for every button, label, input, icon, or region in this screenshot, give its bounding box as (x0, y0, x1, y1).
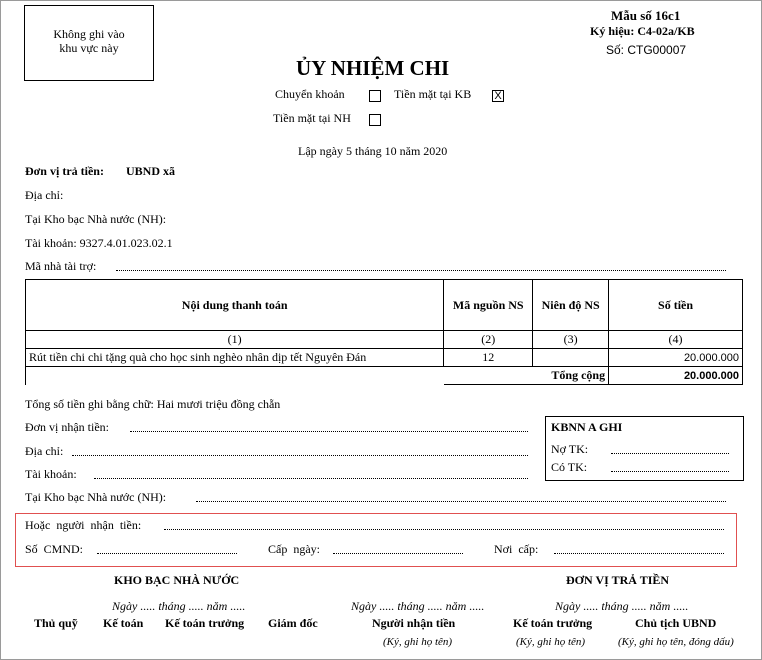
total-value: 20.000.000 (608, 366, 743, 385)
payee-address-label: Địa chỉ: (25, 444, 64, 458)
row-amount: 20.000.000 (608, 348, 743, 367)
recipient-dots (164, 529, 724, 530)
sponsor-code-label: Mã nhà tài trợ: (25, 259, 97, 273)
page-title: ỦY NHIỆM CHI (296, 56, 450, 80)
role-chief-accountant-dv: Kế toán trưởng (513, 616, 593, 630)
form-number: Mẫu số 16c1 (611, 8, 681, 23)
role-chief-accountant-kb: Kế toán trưởng (165, 616, 245, 630)
table-total-row: Tổng cộng 20.000.000 (24, 366, 743, 385)
kbnn-credit-dots (611, 471, 729, 472)
kbnn-debit-label: Nợ TK: (551, 442, 589, 456)
kbnn-box: KBNN A GHI Nợ TK: Có TK: (545, 416, 744, 481)
issue-date-label: Cấp ngày: (268, 542, 320, 556)
kbnn-debit-dots (611, 453, 729, 454)
payment-table: Nội dung thanh toán Mã nguồn NS Niên độ … (24, 279, 743, 385)
role-cashier: Thủ quỹ (34, 616, 78, 630)
id-number-dots (97, 553, 237, 554)
option-cash-kb-checkbox[interactable]: X (492, 90, 504, 102)
col-header-amount: Số tiền (608, 279, 743, 331)
recipient-label: Hoặc người nhận tiền: (25, 518, 142, 532)
payer-address-label: Địa chỉ: (25, 188, 64, 202)
total-spacer (24, 366, 444, 385)
payee-treasury-dots (196, 501, 726, 502)
col-header-content: Nội dung thanh toán (24, 279, 445, 331)
role-chairman: Chủ tịch UBND (635, 616, 717, 630)
payee-account-dots (94, 478, 528, 479)
role-director: Giám đốc (268, 616, 318, 630)
option-transfer-checkbox[interactable] (369, 90, 381, 102)
reserved-area-box: Không ghi vào khu vực này (24, 5, 154, 81)
option-cash-kb-label: Tiền mặt tại KB (394, 87, 472, 101)
payee-account-label: Tài khoản: (25, 467, 77, 481)
total-label: Tổng cộng (443, 366, 610, 385)
payer-date-placeholder: Ngày ..... tháng ..... năm ..... (555, 599, 689, 613)
option-transfer-label: Chuyển khoản (275, 87, 345, 101)
payer-label: Đơn vị trả tiền: (25, 164, 104, 178)
recipient-date-placeholder: Ngày ..... tháng ..... năm ..... (351, 599, 485, 613)
chairman-sign-note: (Ký, ghi họ tên, đóng dấu) (618, 636, 734, 648)
form-code: Ký hiệu: C4-02a/KB (590, 24, 695, 38)
payee-unit-dots (130, 431, 528, 432)
recipient-sign-note: (Ký, ghi họ tên) (383, 636, 453, 648)
reserved-area-text: Không ghi vào khu vực này (53, 27, 125, 55)
payee-treasury-label: Tại Kho bạc Nhà nước (NH): (25, 490, 167, 504)
role-recipient: Người nhận tiền (372, 616, 456, 630)
row-content: Rút tiền chi chi tặng quà cho học sinh n… (24, 348, 445, 367)
id-number-label: Số CMND: (25, 542, 84, 556)
col-header-year: Niên độ NS (532, 279, 610, 331)
amount-in-words: Tổng số tiền ghi bằng chữ: Hai mươi triệ… (25, 397, 281, 411)
issue-date-dots (333, 553, 463, 554)
role-accountant: Kế toán (103, 616, 144, 630)
payer-value: UBND xã (126, 164, 176, 178)
payer-account: Tài khoản: 9327.4.01.023.02.1 (25, 236, 173, 250)
issue-place-label: Nơi cấp: (494, 542, 539, 556)
chief-accountant-sign-note: (Ký, ghi họ tên) (516, 636, 586, 648)
kbnn-title: KBNN A GHI (551, 420, 623, 434)
payee-unit-label: Đơn vị nhận tiền: (25, 420, 109, 434)
row-year (532, 348, 610, 367)
row-source: 12 (443, 348, 534, 367)
sponsor-code-dots (116, 270, 726, 271)
issue-place-dots (554, 553, 724, 554)
table-index-row: (1) (2) (3) (4) (24, 330, 743, 349)
index-cell: (1) (24, 330, 445, 349)
index-cell: (4) (608, 330, 743, 349)
treasury-heading: KHO BẠC NHÀ NƯỚC (114, 573, 240, 587)
document-number: Số: CTG00007 (606, 43, 687, 57)
treasury-date-placeholder: Ngày ..... tháng ..... năm ..... (112, 599, 246, 613)
payee-address-dots (72, 455, 528, 456)
issue-date: Lập ngày 5 tháng 10 năm 2020 (298, 144, 448, 158)
index-cell: (2) (443, 330, 534, 349)
option-cash-nh-label: Tiền mặt tại NH (273, 111, 351, 125)
table-header-row: Nội dung thanh toán Mã nguồn NS Niên độ … (24, 279, 743, 331)
table-row: Rút tiền chi chi tặng quà cho học sinh n… (24, 348, 743, 367)
kbnn-credit-label: Có TK: (551, 460, 588, 474)
col-header-source: Mã nguồn NS (443, 279, 534, 331)
payer-treasury-label: Tại Kho bạc Nhà nước (NH): (25, 212, 167, 226)
option-cash-nh-checkbox[interactable] (369, 114, 381, 126)
index-cell: (3) (532, 330, 610, 349)
payer-heading: ĐƠN VỊ TRẢ TIỀN (566, 573, 670, 587)
